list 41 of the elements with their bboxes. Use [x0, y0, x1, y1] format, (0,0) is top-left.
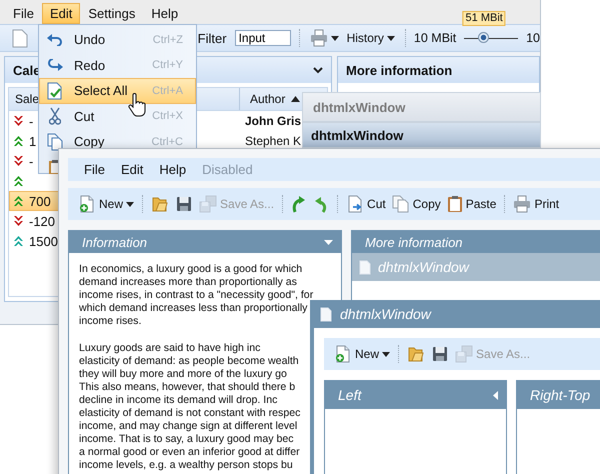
- text-line: In economics, a luxury good is a good for which: [79, 263, 302, 276]
- shortcut-label: Ctrl+A: [152, 84, 184, 97]
- table-cell: -: [29, 154, 34, 168]
- slider-tooltip: 51 MBit: [462, 10, 506, 26]
- shortcut-label: Ctrl+X: [152, 110, 184, 122]
- panel-title: Right-Top: [530, 387, 590, 403]
- window-title: dhtmlxWindow: [313, 100, 406, 114]
- text-line: decline in income its demand will drop. Inc: [79, 394, 278, 407]
- text-line: elasticity of demand: as people become wealth: [79, 355, 299, 368]
- text-line: income, and may change sign at different level: [79, 420, 298, 433]
- panel-title: More information: [365, 234, 463, 250]
- text-line: This also means, however, that should there b: [79, 381, 296, 394]
- text-line: income rises, in contrast to a "necessity good", for: [79, 289, 314, 302]
- table-cell-text: John Gris: [244, 114, 302, 128]
- table-cell: 700: [29, 194, 51, 208]
- table-cell: 1: [29, 134, 36, 148]
- shortcut-label: Ctrl+Y: [152, 59, 184, 72]
- window-title: dhtmlxWindow: [340, 306, 431, 322]
- panel-title: Information: [82, 234, 148, 250]
- shortcut-label: Ctrl+Z: [152, 34, 184, 46]
- table-cell: 1500: [29, 234, 58, 248]
- table-cell-text: Stephen K: [244, 134, 302, 148]
- text-line: income levels, e.g. a wealthy person stops bu: [79, 459, 293, 472]
- text-line: income. That is to say, a luxury good may bec: [79, 433, 294, 446]
- filter-label: Filter: [198, 30, 227, 46]
- table-cell: -: [29, 114, 34, 128]
- slider-max-label: 10: [526, 31, 540, 45]
- text-line: a normal good or even an inferior good at differ: [79, 446, 300, 459]
- text-line: Luxury goods are said to have high inc: [79, 342, 260, 355]
- panel-title: Left: [338, 387, 362, 403]
- text-line: they will buy more and more of the luxury go: [79, 368, 287, 381]
- window-title: dhtmlxWindow: [311, 128, 404, 142]
- panel-title: More information: [346, 62, 452, 78]
- table-cell: -120: [29, 214, 56, 228]
- window-title: dhtmlxWindow: [378, 259, 469, 275]
- text-line: demand increases more than proportionally as: [79, 276, 297, 289]
- text-line: elasticity of demand is not constant with respec: [79, 407, 300, 420]
- text-line: which demand increases less than proportionally: [79, 302, 308, 315]
- shortcut-label: Ctrl+C: [152, 136, 184, 148]
- slider-min-label: 10 MBit: [414, 31, 456, 45]
- text-line: income rises.: [79, 315, 142, 328]
